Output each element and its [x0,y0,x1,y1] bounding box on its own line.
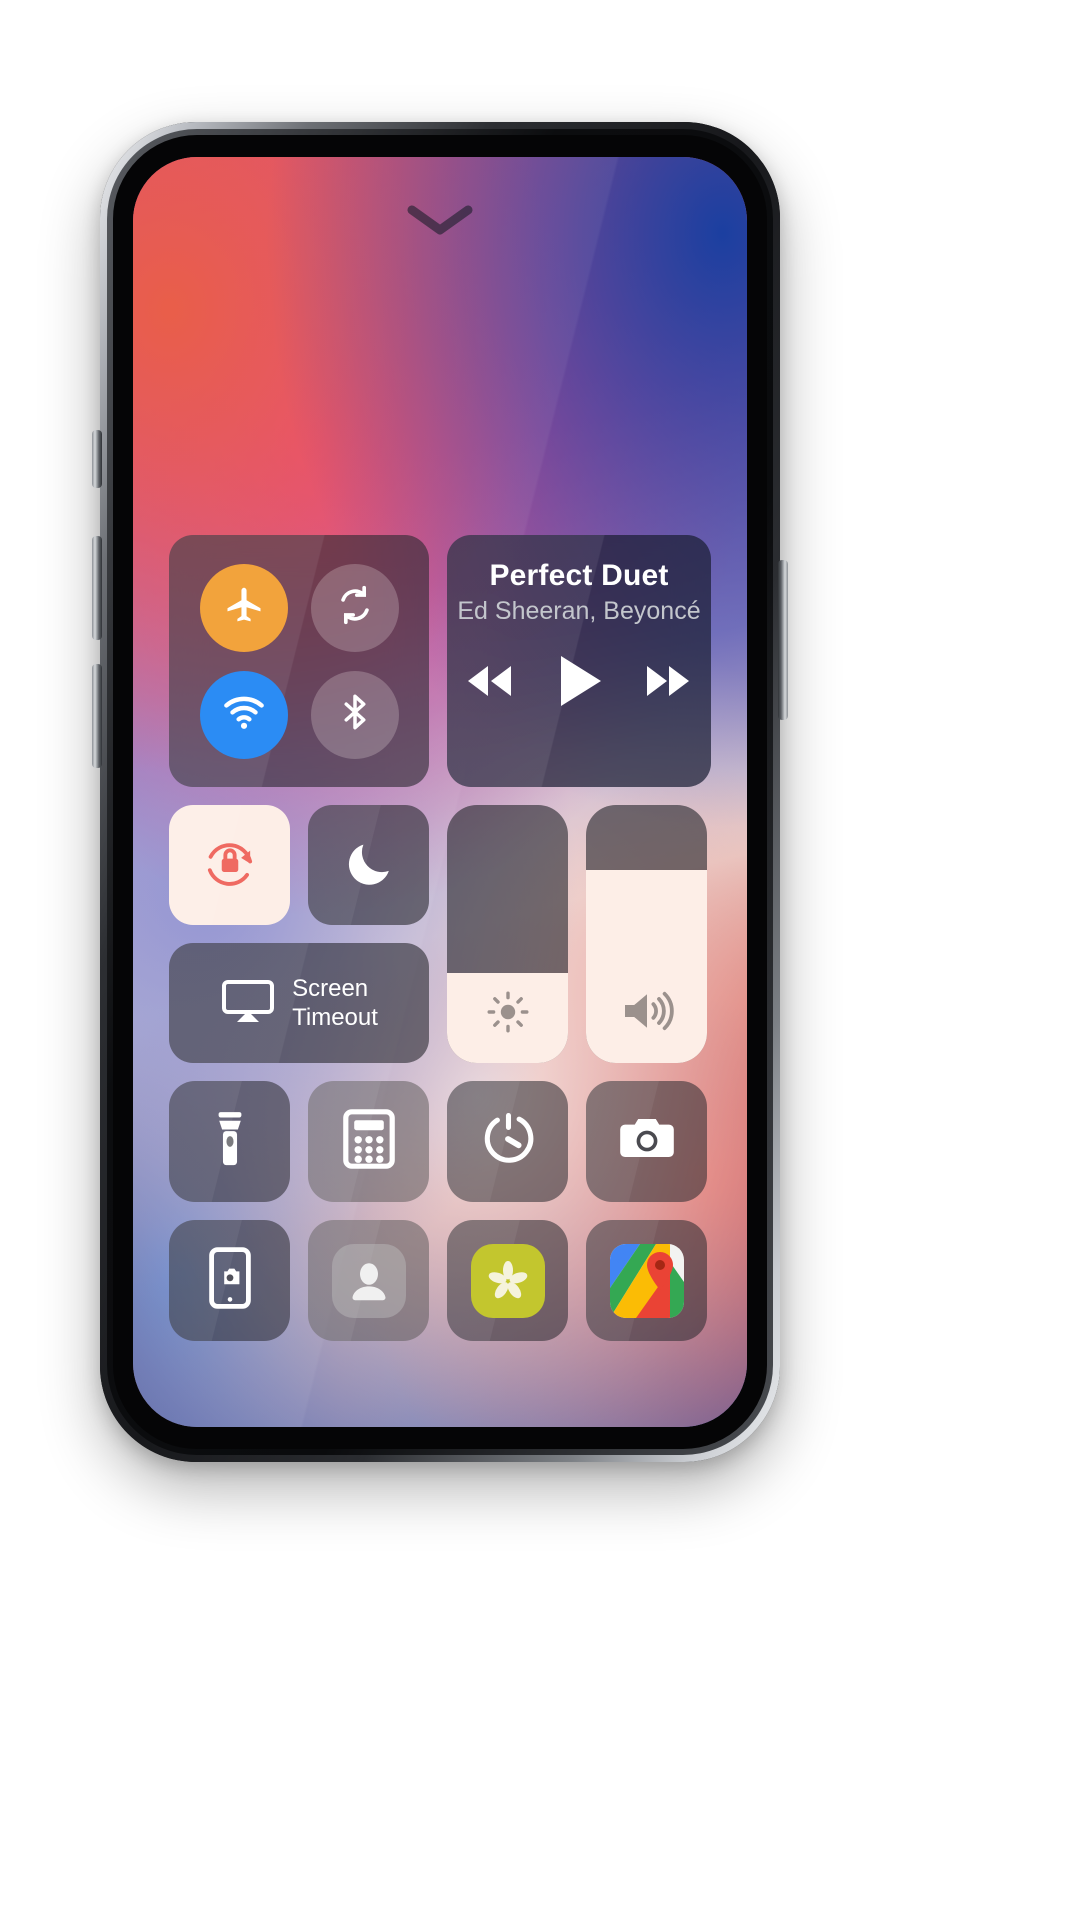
screen-timeout-label: Screen Timeout [292,974,378,1031]
airplay-screen-icon [220,977,276,1030]
wellness-button[interactable] [447,1220,568,1341]
airplane-icon [222,583,266,632]
brightness-icon [484,988,532,1041]
track-artist: Ed Sheeran, Beyoncé [457,597,701,625]
flower-icon [470,1243,545,1318]
screen-timeout-button[interactable]: Screen Timeout [169,943,429,1063]
control-center: Perfect Duet Ed Sheeran, Beyoncé Screen … [169,535,711,1341]
google-maps-icon: G [609,1243,684,1318]
chevron-down-icon [407,203,473,242]
fast-forward-icon[interactable] [639,660,697,707]
moon-icon [341,835,397,896]
rotation-lock-toggle[interactable] [169,805,290,925]
volume-icon [619,986,675,1041]
do-not-disturb-toggle[interactable] [308,805,429,925]
volume-up-button[interactable] [92,536,102,640]
bluetooth-toggle[interactable] [310,670,399,759]
play-icon[interactable] [553,652,605,715]
track-title: Perfect Duet [489,559,669,592]
rewind-icon[interactable] [461,660,519,707]
control-center-row-1: Perfect Duet Ed Sheeran, Beyoncé [169,535,711,787]
sync-rotate-icon [333,583,377,632]
camera-icon [617,1115,677,1168]
rotation-lock-icon [199,832,261,899]
bluetooth-icon [334,691,376,738]
calculator-icon [342,1109,395,1174]
toggles-column: Screen Timeout [169,805,429,1063]
camera-button[interactable] [586,1081,707,1202]
connectivity-tile[interactable] [169,535,429,787]
svg-text:G: G [615,1248,628,1267]
flashlight-button[interactable] [169,1081,290,1202]
close-handle[interactable] [133,203,747,242]
screen-record-icon [208,1247,251,1314]
wifi-icon [221,689,267,740]
calculator-button[interactable] [308,1081,429,1202]
google-maps-button[interactable]: G [586,1220,707,1341]
volume-down-button[interactable] [92,664,102,768]
screen-record-button[interactable] [169,1220,290,1341]
control-center-row-4: G [169,1220,711,1341]
now-playing-card[interactable]: Perfect Duet Ed Sheeran, Beyoncé [447,535,711,787]
control-center-row-2: Screen Timeout [169,805,711,1063]
timer-icon [479,1110,537,1173]
power-button[interactable] [778,560,788,720]
volume-slider[interactable] [586,805,707,1063]
wifi-toggle[interactable] [199,670,288,759]
contacts-button[interactable] [308,1220,429,1341]
contact-person-icon [331,1243,406,1318]
control-center-row-3 [169,1081,711,1202]
mute-switch[interactable] [92,430,102,488]
phone-screen[interactable]: Perfect Duet Ed Sheeran, Beyoncé Screen … [133,157,747,1427]
mobile-data-toggle[interactable] [310,563,399,652]
airplane-mode-toggle[interactable] [199,563,288,652]
brightness-slider[interactable] [447,805,568,1063]
phone-frame: Perfect Duet Ed Sheeran, Beyoncé Screen … [100,122,780,1462]
flashlight-icon [205,1110,255,1173]
timer-button[interactable] [447,1081,568,1202]
media-controls [461,652,697,715]
screenshot-stage: Perfect Duet Ed Sheeran, Beyoncé Screen … [0,0,1080,1920]
